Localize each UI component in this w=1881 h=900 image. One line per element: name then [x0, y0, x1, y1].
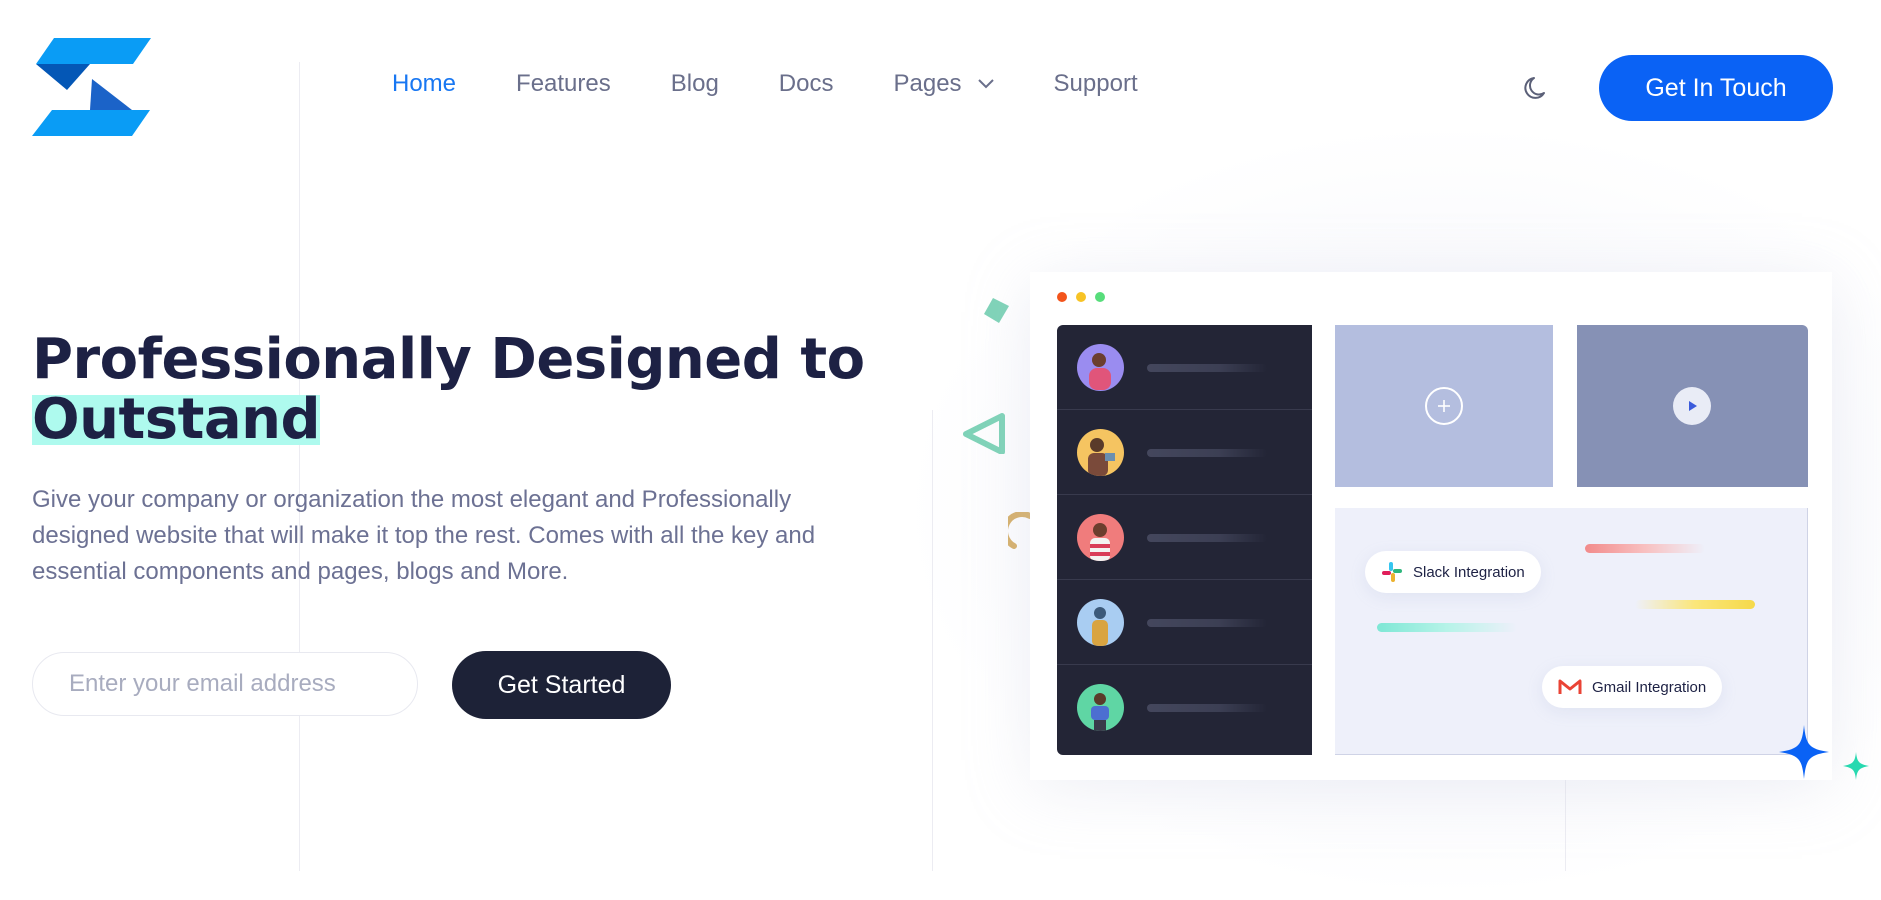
main-nav: Home Features Blog Docs Pages Support: [392, 70, 1198, 98]
app-mockup: Slack Integration Gmail Integration: [1030, 272, 1832, 780]
slack-integration-chip[interactable]: Slack Integration: [1365, 551, 1541, 593]
avatar: [1077, 429, 1124, 476]
site-logo[interactable]: [32, 38, 154, 136]
text-placeholder: [1147, 449, 1267, 457]
avatar: [1077, 514, 1124, 561]
list-item: [1057, 495, 1312, 580]
get-started-button[interactable]: Get Started: [452, 651, 671, 719]
video-panel: [1577, 325, 1808, 487]
nav-docs[interactable]: Docs: [779, 70, 834, 98]
sparkle-icon: [1843, 752, 1869, 780]
list-item: [1057, 665, 1312, 750]
chevron-down-icon: [977, 79, 994, 89]
slack-icon: [1382, 562, 1402, 582]
nav-features[interactable]: Features: [516, 70, 611, 98]
ring-shape-icon: [1008, 512, 1032, 549]
triangle-shape-icon: [963, 413, 1005, 454]
gmail-integration-chip[interactable]: Gmail Integration: [1542, 666, 1723, 708]
hero-title-highlight: Outstand: [32, 387, 321, 452]
get-in-touch-button[interactable]: Get In Touch: [1599, 55, 1833, 121]
window-close-dot: [1057, 292, 1067, 302]
moon-icon[interactable]: [1522, 73, 1552, 103]
list-item: [1057, 325, 1312, 410]
hero-description: Give your company or organization the mo…: [32, 486, 816, 585]
nav-pages[interactable]: Pages: [893, 70, 994, 98]
nav-support[interactable]: Support: [1054, 70, 1138, 98]
guide-line: [299, 62, 300, 871]
add-panel: [1335, 325, 1553, 487]
guide-line: [932, 410, 933, 871]
window-minimize-dot: [1076, 292, 1086, 302]
text-placeholder: [1147, 704, 1267, 712]
diamond-shape-icon: [984, 298, 1009, 323]
window-maximize-dot: [1095, 292, 1105, 302]
nav-home[interactable]: Home: [392, 70, 456, 98]
progress-placeholder: [1635, 600, 1755, 609]
email-input[interactable]: [32, 652, 418, 716]
sparkle-icon: [1779, 725, 1829, 779]
integrations-panel: Slack Integration Gmail Integration: [1335, 508, 1808, 755]
play-icon[interactable]: [1673, 387, 1711, 425]
list-item: [1057, 580, 1312, 665]
nav-pages-label: Pages: [893, 70, 962, 97]
gmail-icon: [1558, 679, 1582, 694]
avatar: [1077, 599, 1124, 646]
progress-placeholder: [1585, 544, 1705, 553]
avatar: [1077, 344, 1124, 391]
slack-integration-label: Slack Integration: [1413, 563, 1525, 581]
avatar: [1077, 684, 1124, 731]
nav-blog[interactable]: Blog: [671, 70, 719, 98]
list-item: [1057, 410, 1312, 495]
hero-title: Professionally Designed to Outstand: [32, 330, 865, 450]
plus-icon[interactable]: [1425, 387, 1463, 425]
mockup-sidebar: [1057, 325, 1312, 755]
text-placeholder: [1147, 364, 1267, 372]
gmail-integration-label: Gmail Integration: [1592, 678, 1707, 696]
progress-placeholder: [1377, 623, 1517, 632]
text-placeholder: [1147, 619, 1267, 627]
hero-title-line: Professionally Designed to: [32, 327, 865, 392]
text-placeholder: [1147, 534, 1267, 542]
guide-line: [1565, 780, 1566, 871]
